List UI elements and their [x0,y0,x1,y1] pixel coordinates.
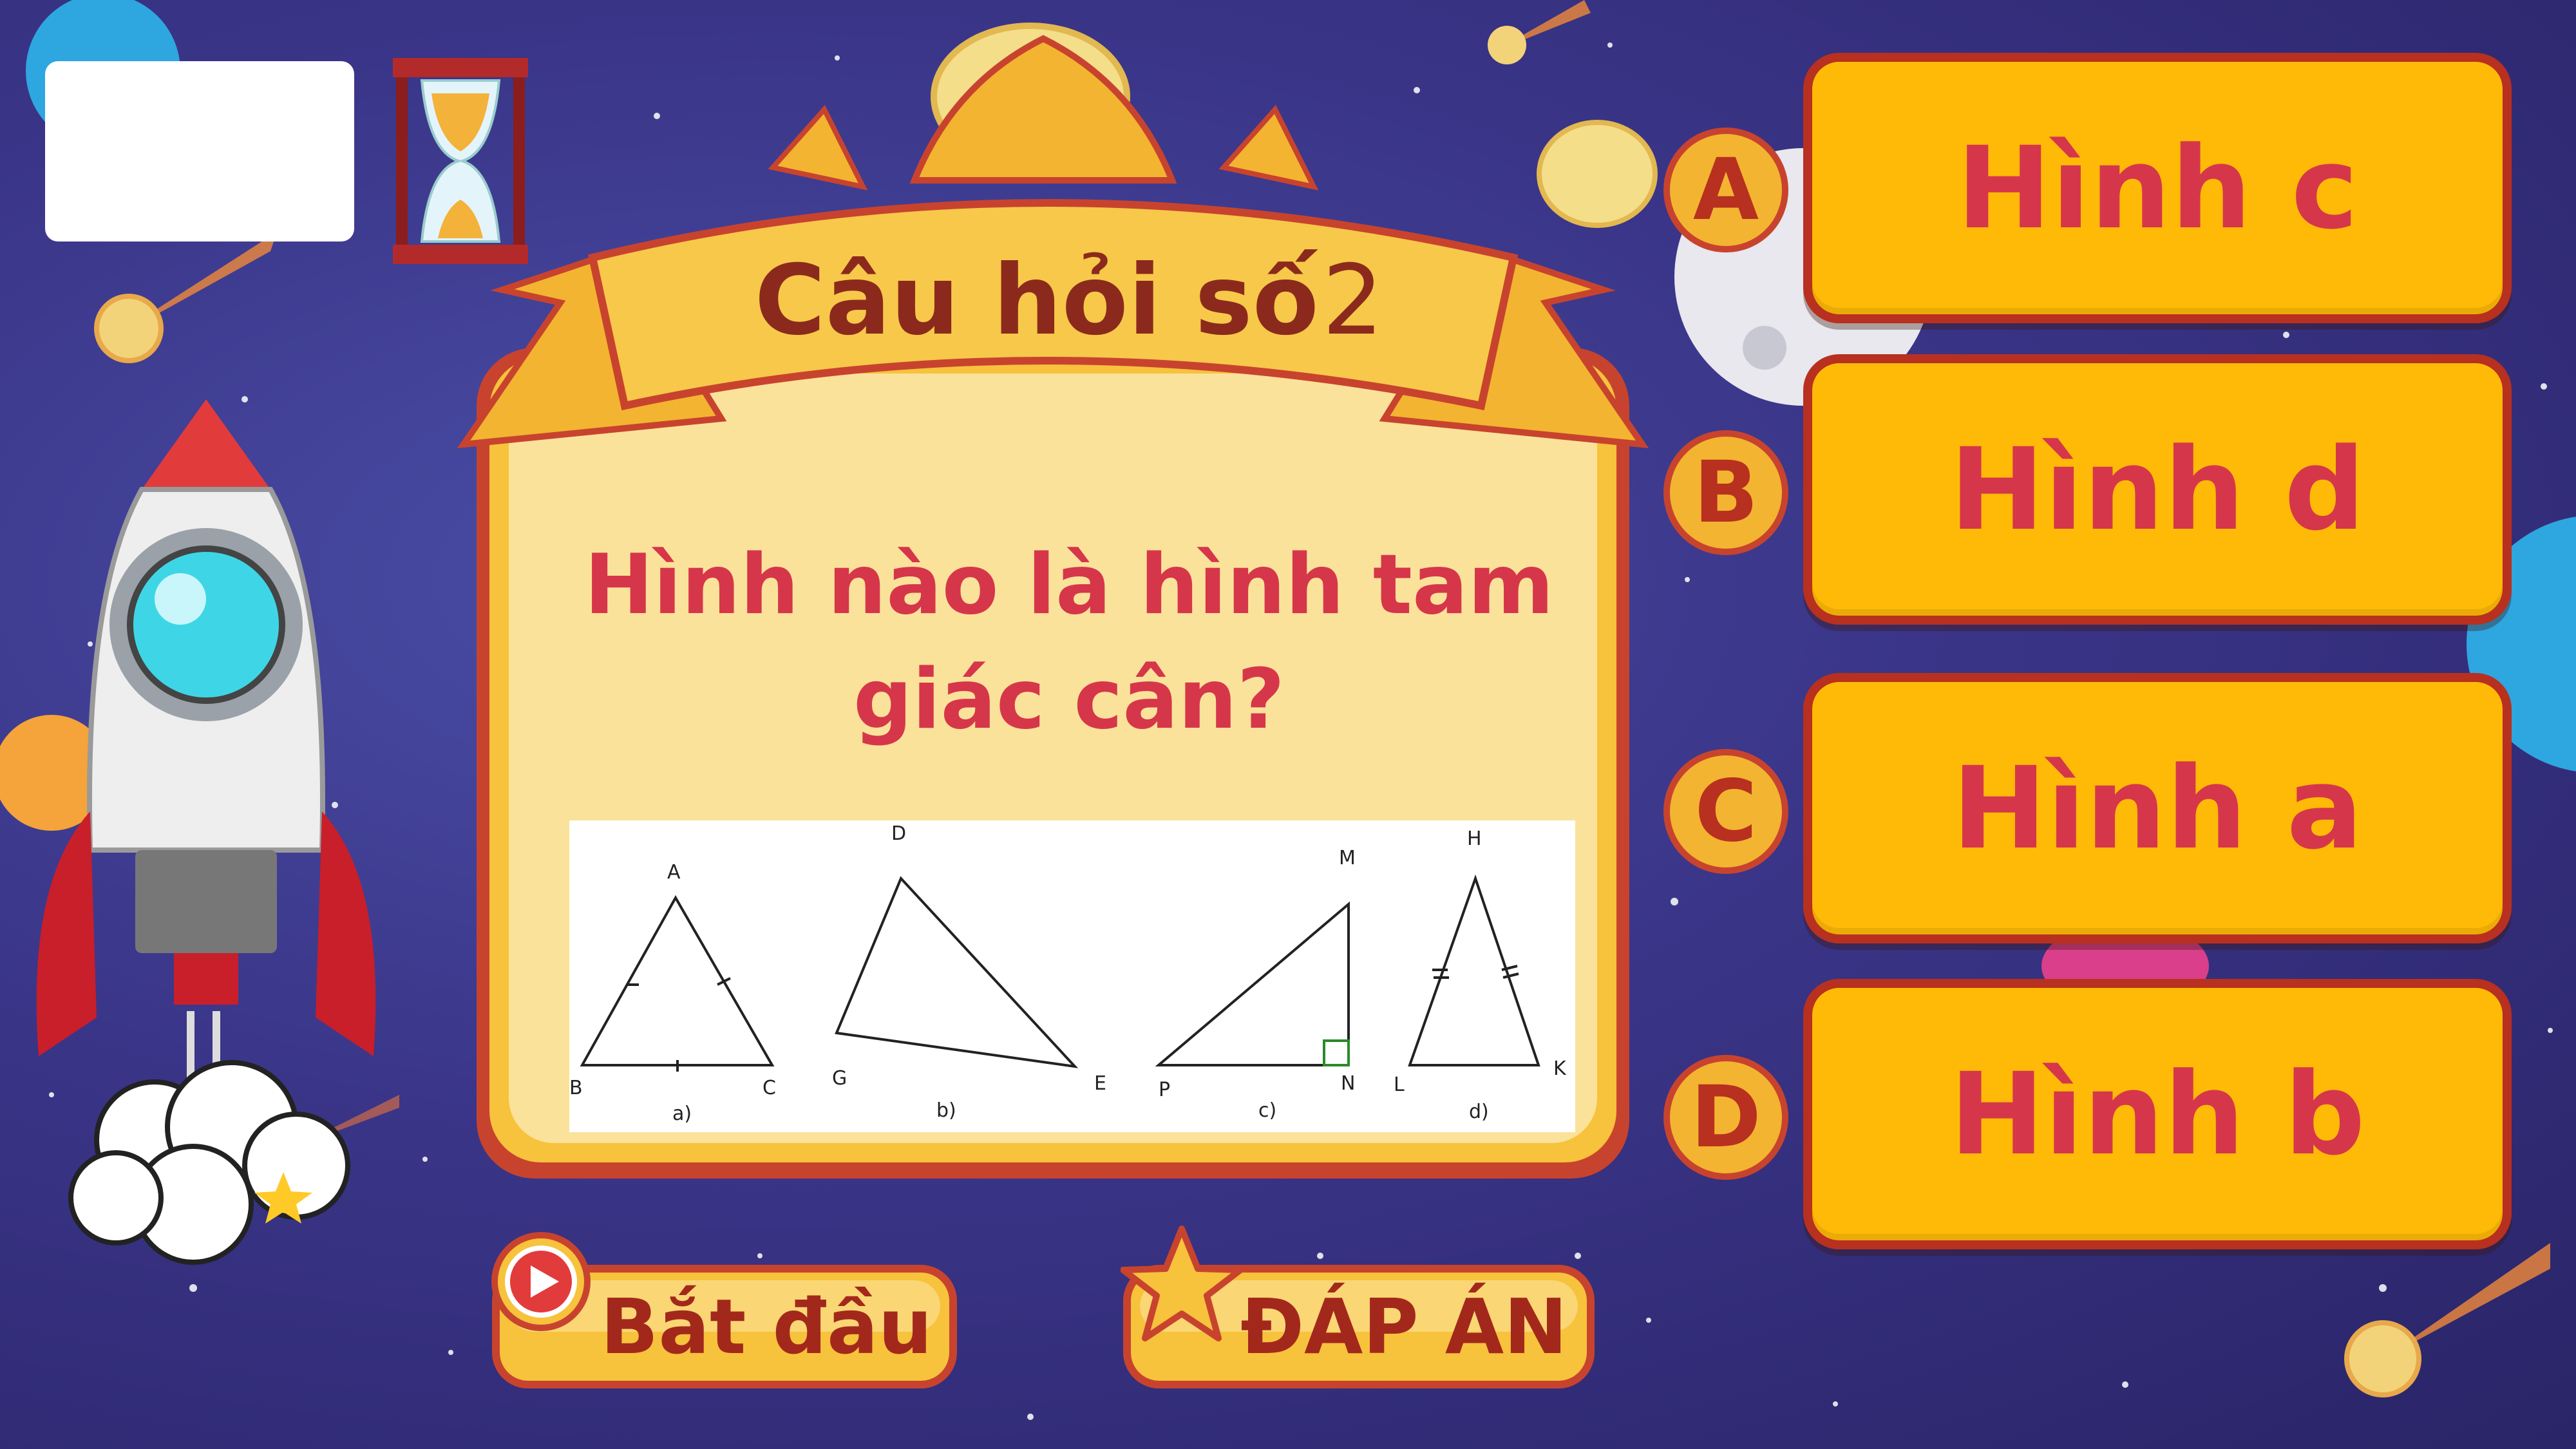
answer-option-b[interactable]: Hình d [1803,354,2512,625]
question-title-prefix: Câu hỏi số [754,245,1319,357]
show-answer-button[interactable]: ĐÁP ÁN [1121,1224,1597,1391]
answer-letter: B [1693,443,1759,542]
vertex-label: H [1467,828,1482,850]
question-number: 2 [1321,245,1384,357]
figure-caption: d) [1469,1101,1489,1123]
figure-caption: b) [936,1099,956,1122]
answer-option-d[interactable]: Hình b [1803,979,2512,1249]
figure-caption: a) [672,1103,692,1125]
vertex-label: M [1339,847,1356,869]
answer-badge-a[interactable]: A [1662,126,1790,254]
answer-option-label: Hình c [1956,122,2358,254]
question-text: Hình nào là hình tam giác cân? [584,537,1554,748]
show-answer-button-label: ĐÁP ÁN [1240,1282,1567,1371]
vertex-label: D [891,822,906,845]
answer-option-a[interactable]: Hình c [1803,53,2512,323]
vertex-label: P [1159,1079,1170,1101]
timer-display [45,61,354,242]
start-button-label: Bắt đầu [600,1282,933,1371]
question-title: Câu hỏi số 2 [702,245,1436,357]
vertex-label: K [1553,1057,1567,1080]
figure-caption: c) [1258,1099,1276,1122]
vertex-label: C [762,1077,776,1099]
meteor-icon [94,232,277,363]
answer-option-label: Hình d [1949,423,2365,556]
vertex-label: N [1341,1072,1355,1095]
answer-option-label: Hình b [1949,1048,2365,1180]
answer-option-label: Hình a [1951,742,2363,875]
vertex-label: E [1094,1072,1106,1095]
vertex-label: A [667,861,681,884]
vertex-label: L [1394,1074,1405,1096]
answer-letter: A [1692,140,1759,240]
answer-letter: C [1694,762,1757,861]
game-stage: Câu hỏi số 2 Hình nào là hình tam giác c… [0,0,2576,1449]
meteor-icon [2344,1243,2550,1397]
rocket-icon [36,399,376,1265]
answer-badge-d[interactable]: D [1662,1053,1790,1182]
triangle-diagram: A B C D G E M P N H L K a) b) c) d) [569,822,1567,1125]
answer-letter: D [1690,1068,1761,1167]
answer-badge-c[interactable]: C [1662,747,1790,876]
triangle-figure: A B C D G E M P N H L K a) b) c) d) [569,820,1575,1132]
vertex-label: B [569,1077,583,1099]
answer-option-c[interactable]: Hình a [1803,673,2512,943]
start-button[interactable]: Bắt đầu [489,1230,960,1391]
vertex-label: G [832,1067,847,1090]
answer-badge-b[interactable]: B [1662,428,1790,557]
